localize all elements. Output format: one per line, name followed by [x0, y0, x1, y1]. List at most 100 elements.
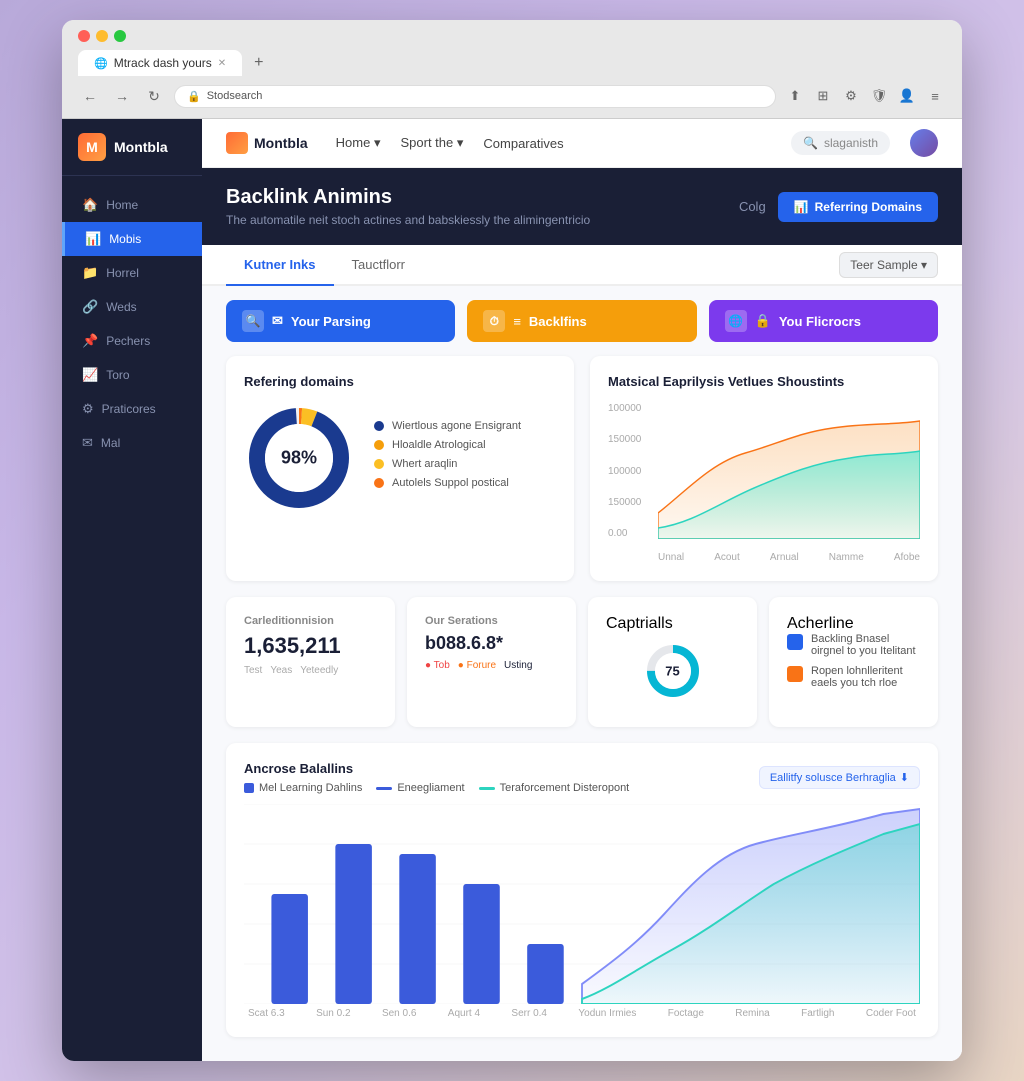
header-link[interactable]: Colg — [739, 199, 766, 214]
praticores-icon: ⚙ — [82, 401, 94, 417]
profile-btn[interactable]: 👤 — [896, 85, 918, 107]
mini-donut-value: 75 — [665, 664, 679, 679]
top-search[interactable]: 🔍 slaganisth — [791, 131, 890, 155]
menu-btn[interactable]: ≡ — [924, 85, 946, 107]
alert-icon-1 — [787, 666, 803, 682]
referring-domains-btn[interactable]: 📊 Referring Domains — [778, 192, 938, 222]
top-navigation: Montbla Home ▾ Sport the ▾ Comparatives … — [202, 119, 962, 168]
filter-search-icon: 🔍 — [242, 310, 264, 332]
legend-bar-label: Mel Learning Dahlins — [259, 782, 362, 794]
x-4: Serr 0.4 — [511, 1008, 547, 1019]
top-nav-home[interactable]: Home ▾ — [336, 135, 381, 151]
filter-globe-icon: 🌐 — [725, 310, 747, 332]
chart-y-labels: 100000 150000 100000 150000 0.00 — [608, 403, 653, 539]
bottom-chart-legend: Mel Learning Dahlins Eneegliament Terafo… — [244, 782, 629, 794]
area-chart-title: Matsical Eaprilysis Vetlues Shoustints — [608, 374, 920, 389]
tabs-dropdown[interactable]: Teer Sample ▾ — [839, 252, 938, 278]
top-nav-comparatives[interactable]: Comparatives — [483, 136, 563, 151]
sidebar-item-praticores[interactable]: ⚙ Praticores — [62, 392, 202, 426]
new-tab-btn[interactable]: + — [246, 50, 271, 76]
legend-dot-2 — [374, 459, 384, 469]
filter-icon2-parsing: ✉ — [272, 313, 283, 329]
sidebar-item-horrel[interactable]: 📁 Horrel — [62, 256, 202, 290]
tab-tauctflorr[interactable]: Tauctflorr — [334, 245, 423, 286]
sidebar-item-horrel-label: Horrel — [106, 266, 139, 280]
stat-card-acherline: Acherline Backling Bnasel oirgnel to you… — [769, 597, 938, 727]
address-bar[interactable]: 🔒 Stodsearch — [174, 85, 776, 108]
sidebar-item-pechers-label: Pechers — [106, 334, 150, 348]
share-btn[interactable]: ⬆ — [784, 85, 806, 107]
sidebar-item-mal[interactable]: ✉ Mal — [62, 426, 202, 460]
x-5: Yodun Irmies — [578, 1008, 636, 1019]
legend-label-1: Hloaldle Atrological — [392, 439, 486, 451]
legend-label-0: Wiertlous agone Ensigrant — [392, 420, 521, 432]
horrel-icon: 📁 — [82, 265, 98, 281]
x-7: Remina — [735, 1008, 769, 1019]
dot-green[interactable] — [114, 30, 126, 42]
sidebar-item-home[interactable]: 🏠 Home — [62, 188, 202, 222]
stat-meta-0: Test Yeas Yeteedly — [244, 665, 377, 676]
top-logo: Montbla — [226, 132, 308, 154]
stat-card-our-ser: Our Serations b088.6.8* ● Tob ● Forure U… — [407, 597, 576, 727]
legend-line-1 — [376, 787, 392, 790]
stat-label-3: Acherline — [787, 615, 920, 633]
filter-btn-flicrocrs[interactable]: 🌐 🔒 You Flicrocrs — [709, 300, 938, 342]
sidebar-item-tato[interactable]: 📈 Toro — [62, 358, 202, 392]
donut-chart: 98% — [244, 403, 354, 513]
x-label-1: Acout — [714, 552, 740, 563]
sidebar-item-mobis[interactable]: 📊 Mobis — [62, 222, 202, 256]
content-area: Refering domains — [202, 356, 962, 1061]
settings-btn[interactable]: ⚙ — [840, 85, 862, 107]
sidebar-item-praticores-label: Praticores — [102, 402, 156, 416]
dot-red[interactable] — [78, 30, 90, 42]
tab-close-btn[interactable]: ✕ — [218, 58, 226, 69]
alert-item-1: Ropen lohnlleritent eaels you tch rloe — [787, 665, 920, 689]
row2-grid: Carleditionnision 1,635,211 Test Yeas Ye… — [226, 597, 938, 727]
bottom-chart-title: Ancrose Balallins — [244, 761, 629, 776]
mini-donut-chart: 75 — [643, 641, 703, 701]
home-icon: 🏠 — [82, 197, 98, 213]
sidebar-item-pechers[interactable]: 📌 Pechers — [62, 324, 202, 358]
filter-btn-backlfins[interactable]: ⏱ ≡ Backlfins — [467, 300, 696, 342]
legend-label-3: Autolels Suppol postical — [392, 477, 509, 489]
sidebar-item-weds[interactable]: 🔗 Weds — [62, 290, 202, 324]
stat-meta-1: ● Tob ● Forure Usting — [425, 660, 558, 671]
donut-container: 98% Wiertlous agone Ensigrant Hloaldle A… — [244, 403, 556, 513]
x-label-3: Namme — [829, 552, 864, 563]
tabs-bar: Kutner Inks Tauctflorr Teer Sample ▾ — [202, 245, 962, 286]
stat-value-1: b088.6.8* — [425, 633, 558, 654]
sidebar-item-tato-label: Toro — [106, 368, 129, 382]
tab-kutner-label: Kutner Inks — [244, 257, 316, 272]
bookmark-btn[interactable]: ⊞ — [812, 85, 834, 107]
filter-btn-your-parsing[interactable]: 🔍 ✉ Your Parsing — [226, 300, 455, 342]
shield-icon[interactable]: 🛡 — [868, 85, 890, 107]
back-btn[interactable]: ← — [78, 84, 102, 108]
chart-action-label: Eallitfy solusce Berhraglia — [770, 772, 896, 784]
bottom-chart-area — [244, 804, 920, 1004]
stat-meta-tob: ● Tob — [425, 660, 450, 671]
user-avatar[interactable] — [910, 129, 938, 157]
filter-icon2-back: ≡ — [513, 314, 521, 329]
y-label-2: 100000 — [608, 466, 653, 477]
address-text: Stodsearch — [207, 90, 263, 102]
legend-dot-1 — [374, 440, 384, 450]
refresh-btn[interactable]: ↻ — [142, 84, 166, 108]
chart-svg-container — [658, 403, 920, 539]
filter-label-flic: You Flicrocrs — [779, 314, 861, 329]
stat-meta-usting: Usting — [504, 660, 532, 671]
forward-btn[interactable]: → — [110, 84, 134, 108]
tab-kutner-inks[interactable]: Kutner Inks — [226, 245, 334, 286]
legend-line2-label: Teraforcement Disteropont — [500, 782, 630, 794]
chart-action-btn[interactable]: Eallitfy solusce Berhraglia ⬇ — [759, 766, 920, 789]
page-title: Backlink Animins — [226, 186, 590, 209]
sidebar-item-mobis-label: Mobis — [109, 232, 141, 246]
main-content: Montbla Home ▾ Sport the ▾ Comparatives … — [202, 119, 962, 1061]
filter-label-back: Backlfins — [529, 314, 587, 329]
stat-label-1: Our Serations — [425, 615, 558, 627]
browser-tab[interactable]: 🌐 Mtrack dash yours ✕ — [78, 50, 242, 76]
dot-yellow[interactable] — [96, 30, 108, 42]
logo-icon: M — [78, 133, 106, 161]
stat-meta-yeteedly: Yeteedly — [300, 665, 338, 676]
top-nav-sport[interactable]: Sport the ▾ — [400, 135, 463, 151]
legend-item-0: Wiertlous agone Ensigrant — [374, 420, 556, 432]
